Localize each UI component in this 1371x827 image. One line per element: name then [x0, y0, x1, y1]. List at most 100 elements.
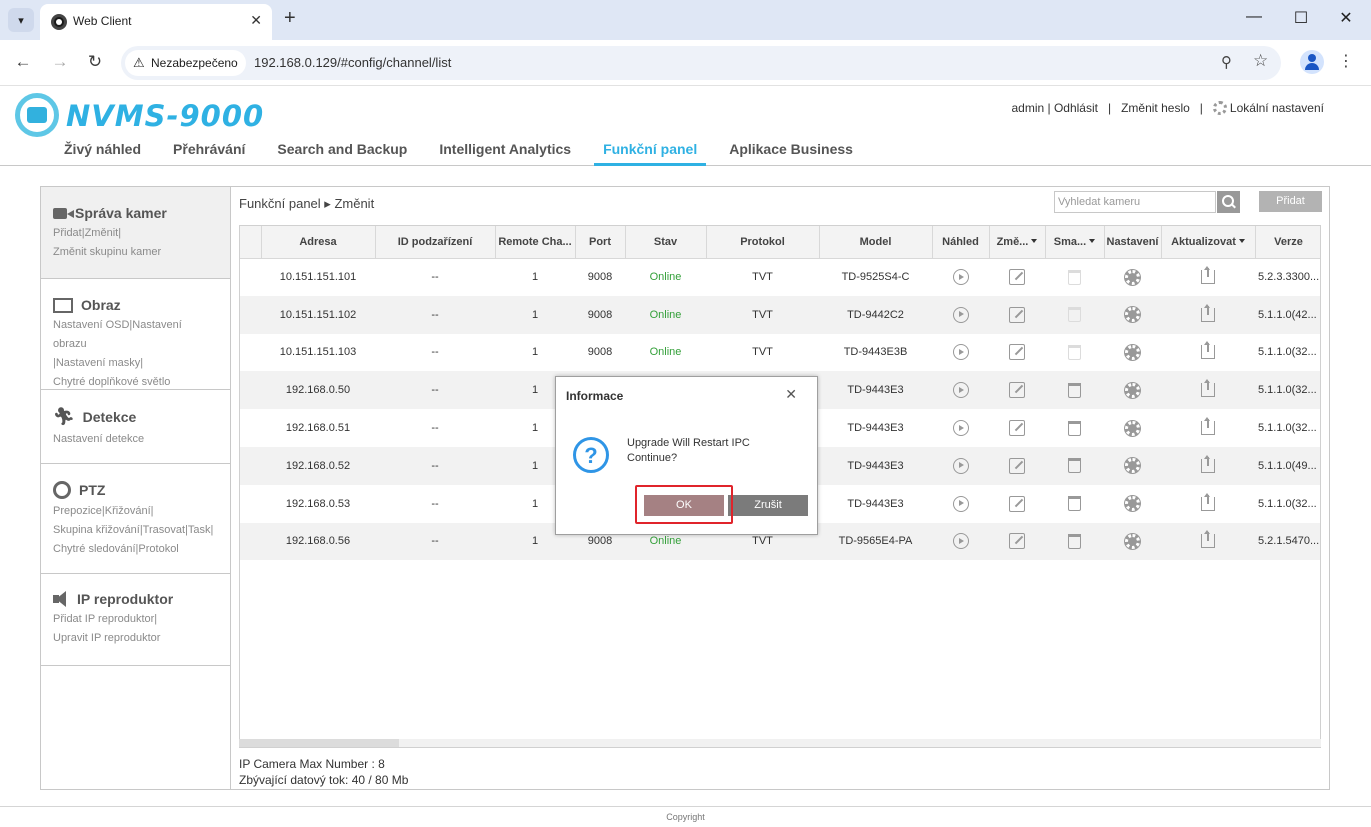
url-text[interactable]: 192.168.0.129/#config/channel/list	[254, 55, 451, 70]
table-row[interactable]: 10.151.151.103 -- 1 9008 Online TVT TD-9443E3B…	[240, 334, 1320, 372]
tab-close-icon[interactable]: ✕	[250, 12, 262, 29]
search-button[interactable]	[1217, 191, 1240, 213]
play-icon[interactable]	[952, 344, 969, 361]
sidebar-sub[interactable]: Upravit IP reproduktor	[53, 629, 218, 648]
upload-icon[interactable]	[1201, 379, 1215, 398]
local-settings-link[interactable]: Lokální nastavení	[1212, 101, 1324, 115]
change-password-link[interactable]: Změnit heslo	[1121, 101, 1190, 115]
dropdown-caret-icon[interactable]	[1031, 238, 1038, 243]
nav-playback[interactable]: Přehrávání	[157, 139, 261, 166]
sidebar-camera-management[interactable]: Správa kamer Přidat|Změnit| Změnit skupi…	[41, 187, 230, 279]
sidebar-sub[interactable]: Přidat IP reproduktor|	[53, 610, 218, 629]
maximize-button[interactable]: ☐	[1291, 8, 1311, 28]
horizontal-scrollbar[interactable]	[239, 739, 1321, 747]
new-tab-button[interactable]: +	[284, 7, 296, 30]
gear-icon[interactable]	[1125, 344, 1140, 360]
back-button[interactable]: ←	[12, 52, 34, 72]
sidebar-sub[interactable]: Změnit skupinu kamer	[53, 243, 218, 262]
column-header[interactable]: Model	[819, 226, 933, 259]
column-header-delete[interactable]: Sma...	[1045, 226, 1105, 259]
trash-icon[interactable]	[1068, 382, 1081, 398]
column-header-select[interactable]	[240, 226, 262, 259]
upload-icon[interactable]	[1201, 454, 1215, 473]
play-icon[interactable]	[952, 306, 969, 323]
upload-icon[interactable]	[1201, 530, 1215, 549]
sidebar-sub[interactable]: Přidat|Změnit|	[53, 224, 218, 243]
sidebar-ip-speaker[interactable]: IP reproduktor Přidat IP reproduktor| Up…	[41, 574, 230, 666]
trash-icon[interactable]	[1068, 269, 1081, 285]
trash-icon[interactable]	[1068, 307, 1081, 323]
column-header[interactable]: Stav	[625, 226, 707, 259]
sidebar-sub[interactable]: Chytré sledování|Protokol	[53, 540, 218, 559]
security-chip[interactable]: ⚠ Nezabezpečeno	[125, 50, 246, 76]
sidebar-sub[interactable]: |Nastavení masky|	[53, 354, 218, 373]
trash-icon[interactable]	[1068, 533, 1081, 549]
nav-function-panel[interactable]: Funkční panel	[594, 139, 707, 166]
upload-icon[interactable]	[1201, 492, 1215, 511]
play-icon[interactable]	[952, 495, 969, 512]
edit-icon[interactable]	[1009, 382, 1025, 399]
nav-business-apps[interactable]: Aplikace Business	[713, 139, 869, 166]
column-header[interactable]: Náhled	[932, 226, 990, 259]
minimize-button[interactable]: —	[1244, 8, 1264, 26]
gear-icon[interactable]	[1125, 420, 1140, 436]
play-icon[interactable]	[952, 533, 969, 550]
window-close-button[interactable]: ✕	[1336, 8, 1356, 28]
column-header[interactable]: Verze	[1255, 226, 1320, 259]
gear-icon[interactable]	[1125, 307, 1140, 323]
column-header[interactable]: Nastavení	[1104, 226, 1162, 259]
trash-icon[interactable]	[1068, 344, 1081, 360]
edit-icon[interactable]	[1009, 420, 1025, 437]
column-header[interactable]: Port	[575, 226, 626, 259]
column-header-upgrade[interactable]: Aktualizovat	[1161, 226, 1256, 259]
play-icon[interactable]	[952, 269, 969, 286]
trash-icon[interactable]	[1068, 496, 1081, 512]
gear-icon[interactable]	[1125, 458, 1140, 474]
nav-search-backup[interactable]: Search and Backup	[261, 139, 423, 166]
table-row[interactable]: 10.151.151.101 -- 1 9008 Online TVT TD-9525S4-…	[240, 258, 1320, 296]
upload-icon[interactable]	[1201, 266, 1215, 285]
upload-icon[interactable]	[1201, 341, 1215, 360]
add-button[interactable]: Přidat	[1259, 191, 1322, 212]
gear-icon[interactable]	[1125, 382, 1140, 398]
column-header[interactable]: Remote Cha...	[495, 226, 576, 259]
trash-icon[interactable]	[1068, 458, 1081, 474]
forward-button[interactable]: →	[49, 52, 71, 72]
address-bar[interactable]: ⚠ Nezabezpečeno 192.168.0.129/#config/ch…	[121, 46, 1281, 80]
profile-avatar[interactable]	[1300, 50, 1324, 74]
nav-intelligent-analytics[interactable]: Intelligent Analytics	[423, 139, 587, 166]
edit-icon[interactable]	[1009, 533, 1025, 550]
edit-icon[interactable]	[1009, 269, 1025, 286]
sidebar-ptz[interactable]: PTZ Prepozice|Křižování| Skupina křižová…	[41, 464, 230, 574]
gear-icon[interactable]	[1125, 496, 1140, 512]
play-icon[interactable]	[952, 382, 969, 399]
trash-icon[interactable]	[1068, 420, 1081, 436]
sidebar-sub[interactable]: Nastavení OSD|Nastavení obrazu	[53, 316, 218, 354]
edit-icon[interactable]	[1009, 344, 1025, 361]
column-header[interactable]: Protokol	[706, 226, 820, 259]
edit-icon[interactable]	[1009, 457, 1025, 474]
sidebar-image[interactable]: Obraz Nastavení OSD|Nastavení obrazu |Na…	[41, 279, 230, 390]
column-header[interactable]: ID podzařízení	[375, 226, 496, 259]
nav-live-view[interactable]: Živý náhled	[48, 139, 157, 166]
table-row[interactable]: 10.151.151.102 -- 1 9008 Online TVT TD-9442C2 5…	[240, 295, 1320, 334]
upload-icon[interactable]	[1201, 417, 1215, 436]
sidebar-sub[interactable]: Skupina křižování|Trasovat|Task|	[53, 521, 218, 540]
browser-menu-icon[interactable]: ⋮	[1338, 51, 1354, 71]
sidebar-sub[interactable]: Nastavení detekce	[53, 430, 218, 449]
gear-icon[interactable]	[1125, 269, 1140, 285]
play-icon[interactable]	[952, 457, 969, 474]
tab-search-button[interactable]: ▾	[8, 8, 34, 32]
logout-link[interactable]: admin | Odhlásit	[1011, 101, 1098, 115]
column-header[interactable]: Adresa	[261, 226, 376, 259]
dropdown-caret-icon[interactable]	[1089, 238, 1096, 243]
sidebar-sub[interactable]: Prepozice|Křižování|	[53, 502, 218, 521]
dropdown-caret-icon[interactable]	[1238, 238, 1245, 243]
upload-icon[interactable]	[1201, 303, 1215, 322]
reload-button[interactable]: ↻	[84, 52, 106, 72]
scrollbar-thumb[interactable]	[239, 739, 399, 747]
sidebar-detection[interactable]: 🏃︎ Detekce Nastavení detekce	[41, 390, 230, 464]
dialog-close-icon[interactable]: ✕	[785, 386, 797, 403]
zoom-icon[interactable]: ⚲	[1221, 53, 1232, 71]
cancel-button[interactable]: Zrušit	[728, 495, 808, 516]
